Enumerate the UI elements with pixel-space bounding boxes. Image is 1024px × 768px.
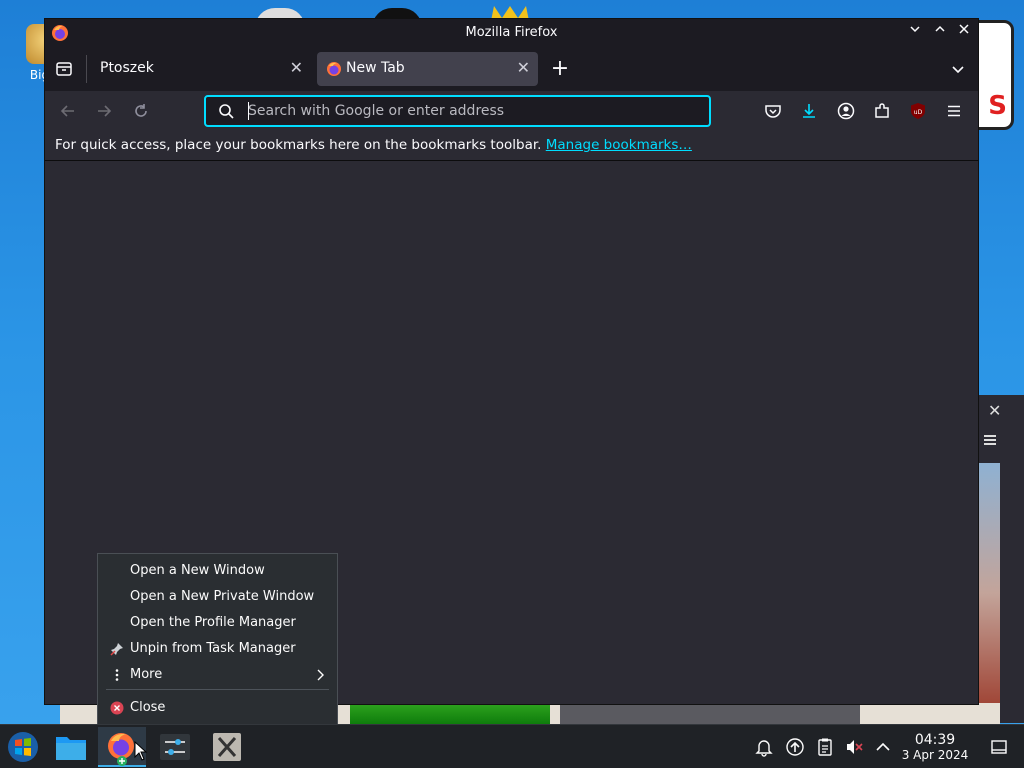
updates-icon[interactable] [785, 737, 805, 757]
show-desktop-icon[interactable] [989, 737, 1009, 757]
sign-text: S [988, 91, 1007, 121]
address-bar[interactable] [204, 95, 711, 127]
close-window-button[interactable] [955, 23, 973, 41]
window-title: Mozilla Firefox [465, 25, 558, 40]
menu-item-label: Open a New Private Window [130, 589, 315, 604]
mouse-cursor-icon [134, 741, 148, 761]
volume-muted-icon[interactable] [844, 737, 864, 757]
tab-bar: Ptoszek ✕ New Tab ✕ + [45, 47, 978, 91]
more-vertical-icon [115, 669, 119, 681]
background-window[interactable]: ✕ [978, 395, 1024, 723]
menu-item-open-private-window[interactable]: Open a New Private Window [98, 584, 337, 610]
x-app-icon [213, 733, 241, 761]
svg-text:uD: uD [914, 109, 923, 116]
reload-icon[interactable] [132, 102, 150, 120]
firefox-taskbar-context-menu: Open a New Window Open a New Private Win… [97, 553, 338, 725]
menu-item-label: Unpin from Task Manager [130, 641, 296, 656]
menu-item-unpin[interactable]: Unpin from Task Manager [98, 636, 337, 662]
menu-item-more[interactable]: More [98, 662, 337, 688]
chevron-down-icon [910, 26, 920, 33]
menu-item-open-profile-manager[interactable]: Open the Profile Manager [98, 610, 337, 636]
account-icon[interactable] [837, 102, 855, 120]
close-icon [959, 24, 969, 34]
forward-arrow-icon[interactable] [95, 102, 113, 120]
tab-new-tab[interactable]: New Tab ✕ [317, 52, 538, 86]
bookmarks-empty-message: For quick access, place your bookmarks h… [55, 137, 692, 153]
navigation-toolbar: uD [45, 91, 978, 131]
show-hidden-icons-icon[interactable] [873, 737, 893, 757]
search-icon [219, 104, 234, 119]
x-app-button[interactable] [203, 727, 251, 767]
new-tab-button[interactable]: + [550, 56, 570, 81]
menu-separator [106, 689, 329, 690]
clock-time: 04:39 [914, 732, 956, 748]
file-manager-icon [56, 737, 86, 760]
list-all-tabs-icon[interactable] [950, 61, 966, 77]
menu-item-label: Open a New Window [130, 563, 265, 578]
start-menu-icon [8, 732, 38, 762]
menu-item-close[interactable]: Close [98, 695, 337, 721]
firefox-icon [327, 62, 341, 76]
download-icon[interactable] [800, 102, 818, 120]
tab-close-icon[interactable]: ✕ [290, 58, 303, 77]
back-arrow-icon[interactable] [59, 102, 77, 120]
file-manager-button[interactable] [48, 727, 96, 767]
background-green-area [350, 703, 550, 725]
notifications-icon[interactable] [754, 737, 774, 757]
minimize-button[interactable] [906, 23, 924, 41]
clock-date: 3 Apr 2024 [901, 748, 969, 762]
background-dark-area [560, 703, 860, 725]
settings-icon [160, 734, 190, 760]
address-input[interactable] [248, 101, 698, 121]
firefox-taskbar-button[interactable] [98, 727, 148, 767]
menu-item-label: Close [130, 700, 166, 715]
tab-label: Ptoszek [100, 60, 154, 76]
menu-item-open-new-window[interactable]: Open a New Window [98, 558, 337, 584]
add-badge-icon [117, 756, 127, 766]
window-titlebar[interactable]: Mozilla Firefox [45, 19, 978, 47]
clipboard-icon[interactable] [815, 737, 835, 757]
bookmarks-message-text: For quick access, place your bookmarks h… [55, 137, 542, 153]
background-window-content [978, 463, 1000, 723]
taskbar: 04:39 3 Apr 2024 [0, 724, 1024, 768]
clock[interactable]: 04:39 3 Apr 2024 [898, 732, 972, 762]
chevron-right-icon [317, 669, 324, 681]
bookmarks-toolbar: For quick access, place your bookmarks h… [45, 131, 978, 161]
tab-ptoszek[interactable]: Ptoszek ✕ [89, 52, 311, 86]
close-circle-icon [110, 701, 124, 715]
extensions-icon[interactable] [873, 102, 891, 120]
menu-item-label: Open the Profile Manager [130, 615, 296, 630]
ublock-origin-icon[interactable]: uD [909, 102, 927, 120]
maximize-button[interactable] [931, 23, 949, 41]
chevron-up-icon [935, 25, 945, 32]
tab-separator [86, 55, 87, 83]
background-window-menu-icon[interactable] [984, 435, 996, 437]
tab-close-icon[interactable]: ✕ [517, 58, 530, 77]
firefox-view-icon[interactable] [55, 60, 73, 78]
unpin-icon [110, 643, 123, 656]
pocket-icon[interactable] [764, 102, 782, 120]
app-menu-icon[interactable] [945, 102, 963, 120]
settings-button[interactable] [151, 727, 199, 767]
manage-bookmarks-link[interactable]: Manage bookmarks… [546, 137, 692, 153]
menu-item-label: More [130, 667, 163, 682]
start-menu-button[interactable] [0, 727, 48, 767]
background-window-close-icon[interactable]: ✕ [988, 401, 1001, 420]
text-caret [248, 102, 249, 120]
tab-label: New Tab [346, 60, 405, 76]
